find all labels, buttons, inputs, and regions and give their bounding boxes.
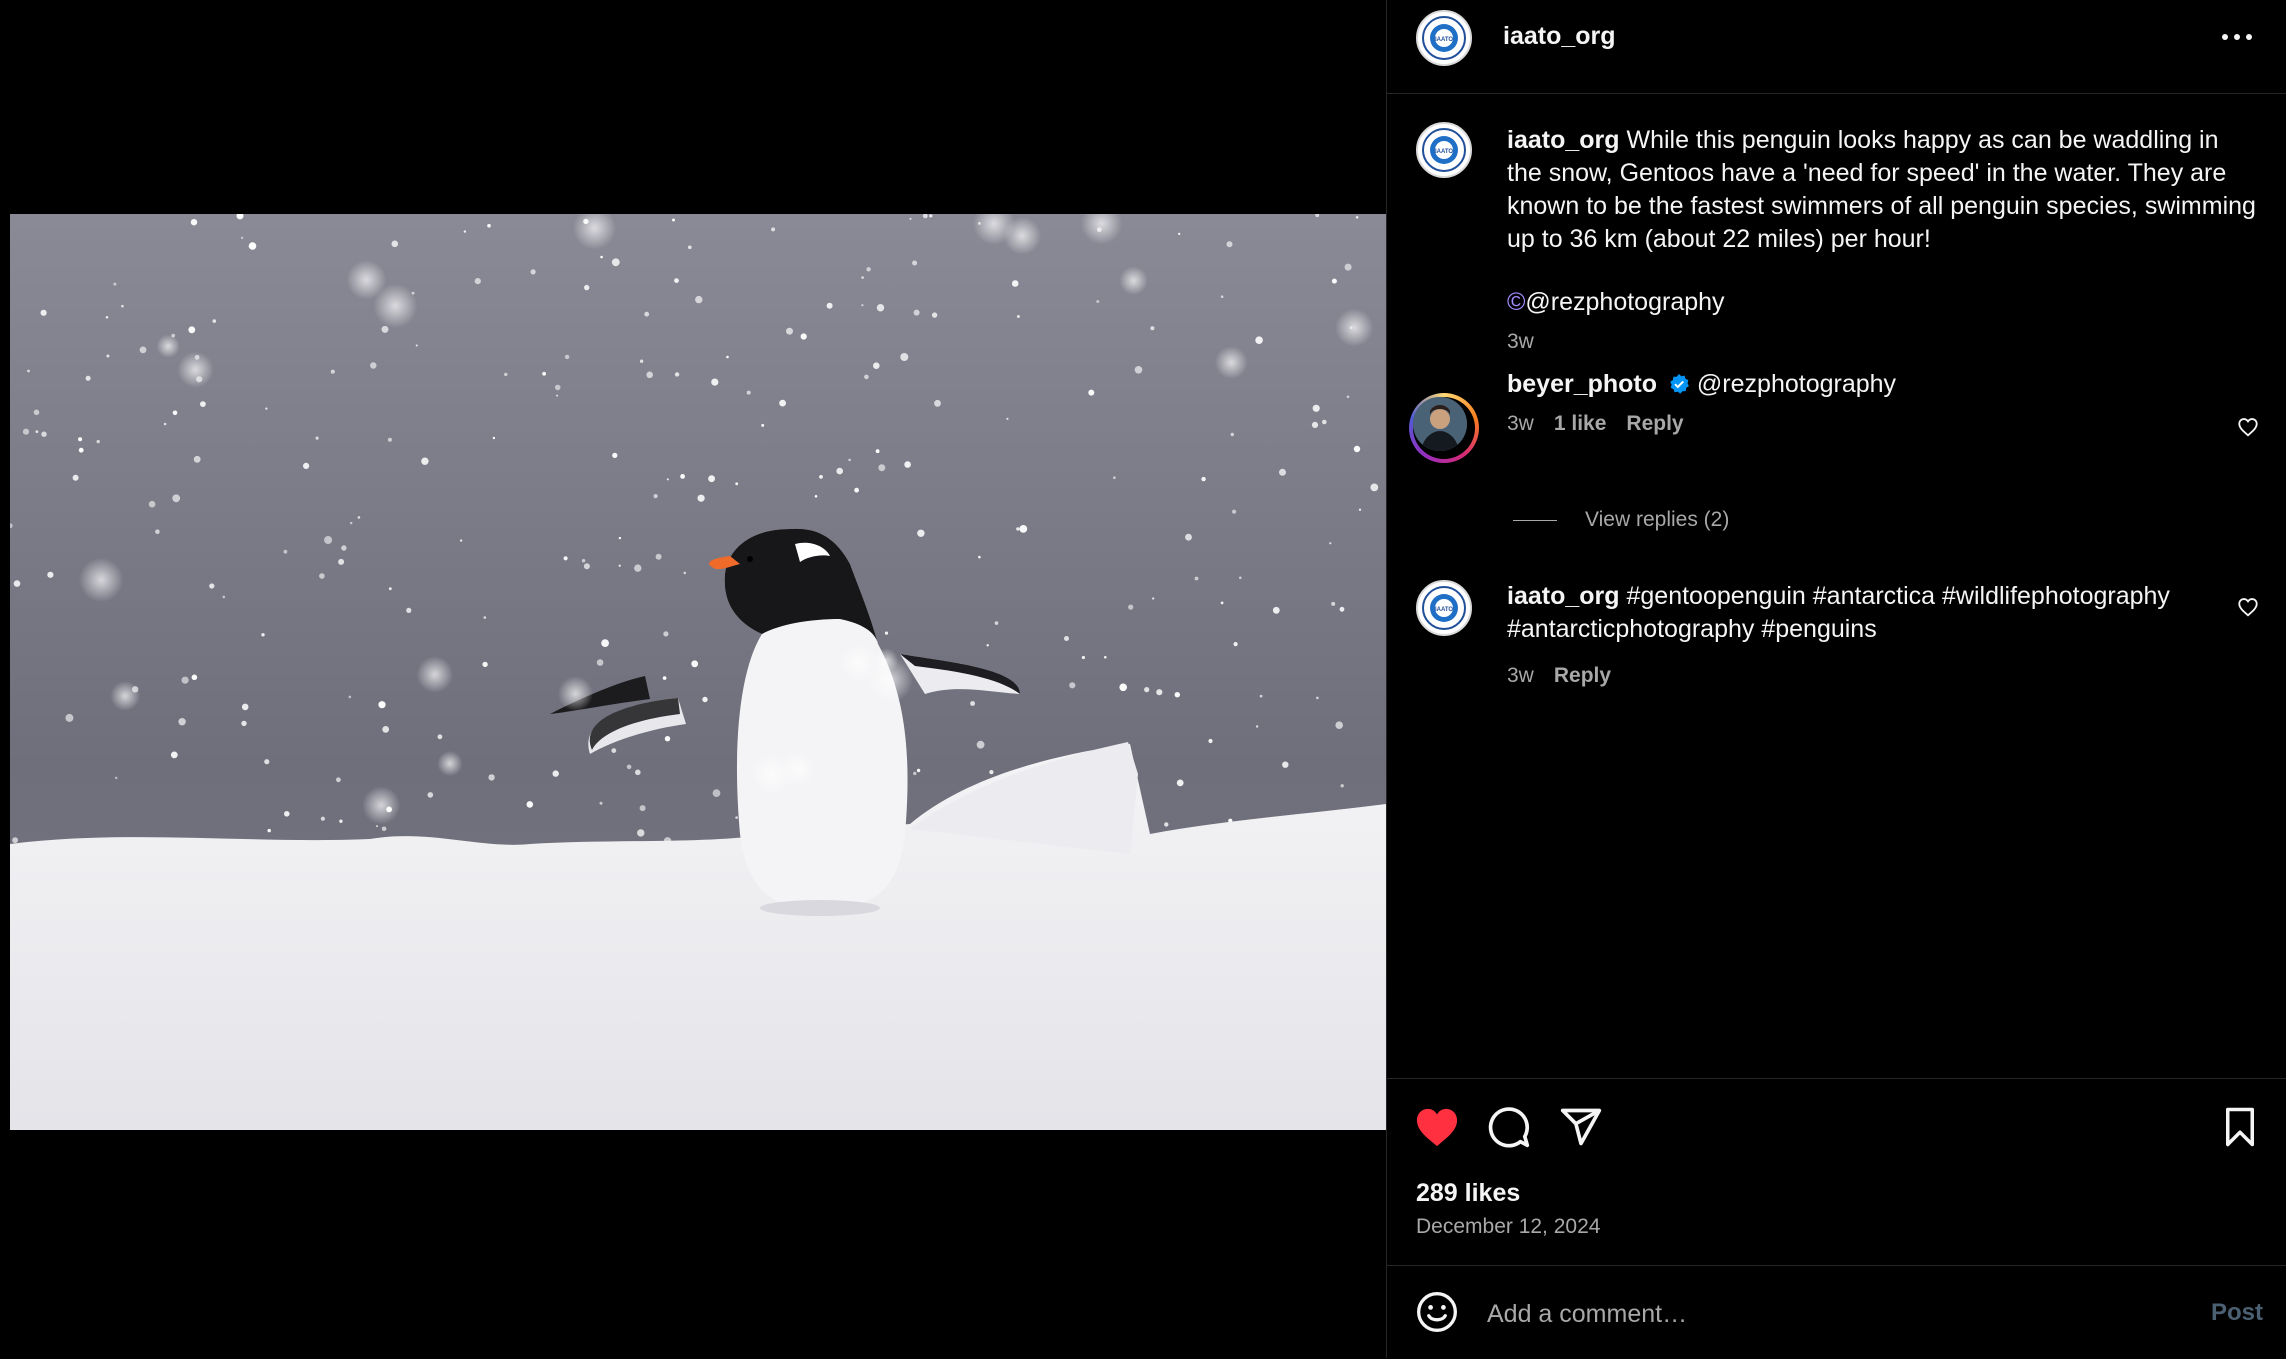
send-icon bbox=[1560, 1108, 1602, 1146]
post-side-panel: IAATO iaato_org IAATO iaato_org While th… bbox=[1386, 0, 2286, 1358]
comment-input[interactable] bbox=[1485, 1293, 2109, 1335]
iaato-logo-icon: IAATO bbox=[1422, 128, 1466, 172]
heart-outline-icon bbox=[2238, 598, 2258, 617]
post-media-area bbox=[0, 0, 1386, 1358]
comments-scroll-area[interactable]: IAATO iaato_org While this penguin looks… bbox=[1387, 94, 2286, 1078]
bookmark-icon bbox=[2226, 1107, 2254, 1147]
iaato-logo-icon: IAATO bbox=[1422, 16, 1466, 60]
post-photo[interactable] bbox=[10, 214, 1386, 1130]
caption-body: While this penguin looks happy as can be… bbox=[1507, 126, 2256, 253]
comment-like-button[interactable] bbox=[2237, 416, 2259, 438]
caption-time: 3w bbox=[1507, 330, 1534, 353]
comment-like-button[interactable] bbox=[2237, 596, 2259, 618]
verified-badge-icon bbox=[1670, 374, 1689, 394]
caption-username[interactable]: iaato_org bbox=[1507, 126, 1620, 154]
post-date: December 12, 2024 bbox=[1416, 1215, 1601, 1238]
header-username[interactable]: iaato_org bbox=[1503, 22, 1616, 51]
emoji-button[interactable] bbox=[1415, 1290, 1459, 1339]
caption-credit: ©@rezphotography bbox=[1507, 286, 2107, 319]
caption-text: iaato_org While this penguin looks happy… bbox=[1507, 124, 2257, 256]
copyright-icon: © bbox=[1507, 288, 1526, 316]
comment-button[interactable] bbox=[1487, 1105, 1531, 1154]
post-comment-button[interactable]: Post bbox=[2211, 1299, 2263, 1327]
caption-meta: 3w bbox=[1507, 330, 1554, 354]
comment-avatar[interactable]: IAATO bbox=[1416, 580, 1472, 636]
replies-divider-line bbox=[1513, 519, 1557, 521]
view-replies-label: View replies (2) bbox=[1585, 508, 1730, 531]
more-icon bbox=[2222, 34, 2252, 40]
comment-time: 3w bbox=[1507, 412, 1534, 435]
comment-mention[interactable]: @rezphotography bbox=[1690, 370, 1896, 398]
heart-filled-icon bbox=[1416, 1108, 1458, 1147]
comment-text: iaato_org #gentoopenguin #antarctica #wi… bbox=[1507, 580, 2227, 646]
likes-count[interactable]: 289 likes bbox=[1416, 1179, 1520, 1208]
comment-meta: 3w Reply bbox=[1507, 664, 1631, 688]
credit-mention[interactable]: @rezphotography bbox=[1525, 288, 1724, 316]
heart-outline-icon bbox=[2238, 418, 2258, 437]
view-replies-button[interactable]: View replies (2) bbox=[1513, 508, 1729, 532]
reply-button[interactable]: Reply bbox=[1626, 412, 1683, 435]
comment-icon bbox=[1488, 1107, 1530, 1148]
reply-button[interactable]: Reply bbox=[1554, 664, 1611, 687]
comment-time: 3w bbox=[1507, 664, 1534, 687]
save-button[interactable] bbox=[2219, 1105, 2261, 1154]
svg-text:IAATO: IAATO bbox=[1435, 37, 1453, 43]
add-comment-bar: Post bbox=[1387, 1265, 2286, 1359]
post-header: IAATO iaato_org bbox=[1387, 0, 2286, 94]
person-avatar-icon bbox=[1413, 397, 1467, 451]
comment-username[interactable]: iaato_org bbox=[1507, 582, 1620, 610]
comment-username[interactable]: beyer_photo bbox=[1507, 370, 1657, 398]
iaato-avatar[interactable]: IAATO bbox=[1416, 10, 1472, 66]
svg-text:IAATO: IAATO bbox=[1435, 607, 1453, 613]
more-options-button[interactable] bbox=[2219, 23, 2255, 51]
emoji-icon bbox=[1417, 1292, 1457, 1332]
like-button[interactable] bbox=[1414, 1105, 1460, 1154]
svg-text:IAATO: IAATO bbox=[1435, 149, 1453, 155]
comment-text: beyer_photo @rezphotography bbox=[1507, 368, 2207, 401]
post-actions: 289 likes December 12, 2024 bbox=[1387, 1078, 2286, 1267]
caption-avatar[interactable]: IAATO bbox=[1416, 122, 1472, 178]
beyer-photo-avatar[interactable] bbox=[1409, 393, 1479, 463]
gentoo-penguin-snow-image bbox=[10, 214, 1386, 1130]
comment-likes[interactable]: 1 like bbox=[1554, 412, 1607, 435]
iaato-logo-icon: IAATO bbox=[1422, 586, 1466, 630]
comment-meta: 3w 1 like Reply bbox=[1507, 412, 1704, 436]
share-button[interactable] bbox=[1559, 1105, 1603, 1154]
